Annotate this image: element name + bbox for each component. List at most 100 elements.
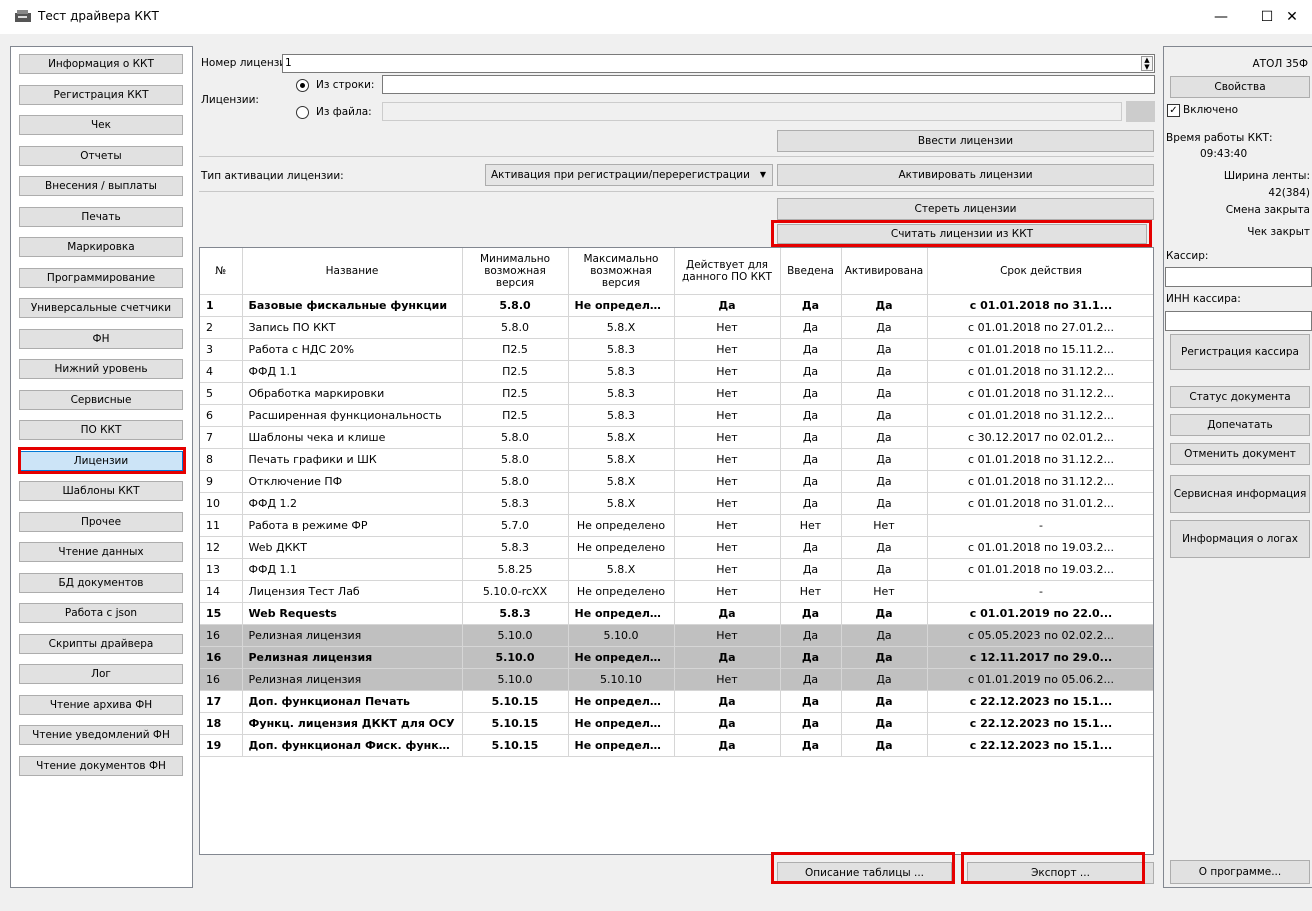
sidebar-item[interactable]: ПО ККТ xyxy=(19,420,183,440)
column-header[interactable]: Активирована xyxy=(841,248,928,295)
sidebar-item[interactable]: Программирование xyxy=(19,267,183,288)
erase-licenses-button[interactable]: Стереть лицензии xyxy=(777,198,1154,220)
enter-licenses-button[interactable]: Ввести лицензии xyxy=(777,130,1154,152)
sidebar-item[interactable]: Лицензии xyxy=(19,450,183,471)
describe-table-button[interactable]: Описание таблицы ... xyxy=(777,862,952,884)
table-cell: 9 xyxy=(200,470,243,493)
table-cell: 16 xyxy=(200,646,243,669)
table-cell: Релизная лицензия xyxy=(242,668,463,691)
sidebar-item[interactable]: Чтение документов ФН xyxy=(19,755,183,776)
spin-arrows-icon[interactable]: ▲ ▼ xyxy=(1141,56,1153,71)
table-row[interactable]: 8 Печать графики и ШК 5.8.0 5.8.X Нет Да Да с 0… xyxy=(200,448,1153,471)
from-file-radio[interactable] xyxy=(296,106,309,119)
table-row[interactable]: 16 Релизная лицензия 5.10.0 5.10.10 Нет Да Да с… xyxy=(200,668,1153,691)
sidebar-item[interactable]: Информация о ККТ xyxy=(19,54,183,74)
table-row[interactable]: 4 ФФД 1.1 П2.5 5.8.3 Нет Да Да с 01.01.2018 по … xyxy=(200,360,1153,383)
service-info-button[interactable]: Сервисная информация xyxy=(1170,475,1310,513)
properties-button[interactable]: Свойства xyxy=(1170,76,1310,98)
table-cell: Да xyxy=(780,294,842,317)
table-row[interactable]: 12 Web ДККТ 5.8.3 Не определено Нет Да Да с 01.… xyxy=(200,536,1153,559)
uptime-value: 09:43:40 xyxy=(1200,148,1248,160)
column-header[interactable]: Название xyxy=(242,248,463,295)
table-cell: 5.10.0 xyxy=(462,668,569,691)
table-row[interactable]: 3 Работа с НДС 20% П2.5 5.8.3 Нет Да Да с 01.01… xyxy=(200,338,1153,361)
reprint-button[interactable]: Допечатать xyxy=(1170,414,1310,436)
activate-licenses-button[interactable]: Активировать лицензии xyxy=(777,164,1154,186)
table-row[interactable]: 18 Функц. лицензия ДККТ для ОСУ 5.10.15 Не … xyxy=(200,712,1153,735)
license-number-input[interactable]: 1 xyxy=(282,54,1155,73)
sidebar-item[interactable]: Работа с json xyxy=(19,603,183,623)
log-info-button[interactable]: Информация о логах xyxy=(1170,520,1310,558)
table-row[interactable]: 16 Релизная лицензия 5.10.0 Не определено Да… xyxy=(200,646,1153,669)
table-cell: 5.10.0 xyxy=(568,624,675,647)
table-row[interactable]: 5 Обработка маркировки П2.5 5.8.3 Нет Да Да с 0… xyxy=(200,382,1153,405)
column-header[interactable]: № xyxy=(200,248,243,295)
inn-input[interactable] xyxy=(1165,311,1312,331)
from-string-radio[interactable] xyxy=(296,79,309,92)
table-cell: 16 xyxy=(200,624,243,647)
licenses-table[interactable]: № Название Минимально возможная версия Макс… xyxy=(199,247,1154,855)
cancel-document-button[interactable]: Отменить документ xyxy=(1170,443,1310,465)
export-button[interactable]: Экспорт ... xyxy=(967,862,1154,884)
register-cashier-button[interactable]: Регистрация кассира xyxy=(1170,334,1310,370)
table-row[interactable]: 16 Релизная лицензия 5.10.0 5.10.0 Нет Да Да с … xyxy=(200,624,1153,647)
column-header[interactable]: Действует для данного ПО ККТ xyxy=(674,248,781,295)
table-cell: 16 xyxy=(200,668,243,691)
enabled-checkbox[interactable]: ✓ xyxy=(1167,104,1180,117)
table-cell: Да xyxy=(841,470,928,493)
inn-label: ИНН кассира: xyxy=(1166,293,1241,305)
table-row[interactable]: 10 ФФД 1.2 5.8.3 5.8.X Нет Да Да с 01.01.2018 п… xyxy=(200,492,1153,515)
from-string-input[interactable] xyxy=(382,75,1155,94)
table-cell: Доп. функционал Печать xyxy=(242,690,463,713)
tape-width-label: Ширина ленты: xyxy=(1223,170,1310,182)
table-row[interactable]: 19 Доп. функционал Фиск. функции 5.10.15 Не… xyxy=(200,734,1153,757)
close-button[interactable]: ✕ xyxy=(1272,4,1312,30)
sidebar-item[interactable]: Печать xyxy=(19,206,183,227)
sidebar-item[interactable]: Маркировка xyxy=(19,237,183,257)
table-row[interactable]: 15 Web Requests 5.8.3 Не определено Да Да Да с … xyxy=(200,602,1153,625)
sidebar-item[interactable]: Шаблоны ККТ xyxy=(19,481,183,501)
table-cell: Да xyxy=(841,734,928,757)
column-header[interactable]: Минимально возможная версия xyxy=(462,248,569,295)
sidebar-item[interactable]: Сервисные xyxy=(19,389,183,410)
column-header[interactable]: Срок действия xyxy=(927,248,1153,295)
sidebar-item[interactable]: Чтение данных xyxy=(19,542,183,562)
column-header[interactable]: Введена xyxy=(780,248,842,295)
table-row[interactable]: 13 ФФД 1.1 5.8.25 5.8.X Нет Да Да с 01.01.2018 … xyxy=(200,558,1153,581)
window-title: Тест драйвера ККТ xyxy=(38,9,159,23)
sidebar-item[interactable]: Универсальные счетчики xyxy=(19,298,183,318)
about-button[interactable]: О программе... xyxy=(1170,860,1310,884)
table-cell: Работа с НДС 20% xyxy=(242,338,463,361)
sidebar-item[interactable]: Чтение архива ФН xyxy=(19,694,183,715)
table-row[interactable]: 9 Отключение ПФ 5.8.0 5.8.X Нет Да Да с 01.01.2… xyxy=(200,470,1153,493)
minimize-button[interactable]: — xyxy=(1198,4,1244,30)
document-status-button[interactable]: Статус документа xyxy=(1170,386,1310,408)
sidebar-item[interactable]: Чек xyxy=(19,115,183,135)
table-row[interactable]: 17 Доп. функционал Печать 5.10.15 Не опреде… xyxy=(200,690,1153,713)
table-row[interactable]: 1 Базовые фискальные функции 5.8.0 Не опред… xyxy=(200,294,1153,317)
table-cell: с 01.01.2018 по 19.03.2... xyxy=(927,558,1153,581)
table-cell: Не определено xyxy=(568,602,675,625)
read-licenses-button[interactable]: Считать лицензии из ККТ xyxy=(777,224,1147,244)
sidebar-item[interactable]: БД документов xyxy=(19,572,183,593)
sidebar-item[interactable]: Чтение уведомлений ФН xyxy=(19,725,183,745)
sidebar-item[interactable]: Внесения / выплаты xyxy=(19,176,183,196)
table-cell: 5.10.15 xyxy=(462,734,569,757)
table-cell: Нет xyxy=(841,580,928,603)
table-row[interactable]: 11 Работа в режиме ФР 5.7.0 Не определено Не… xyxy=(200,514,1153,537)
title-bar: Тест драйвера ККТ — ☐ ✕ xyxy=(0,0,1312,34)
table-row[interactable]: 2 Запись ПО ККТ 5.8.0 5.8.X Нет Да Да с 01.01.2… xyxy=(200,316,1153,339)
sidebar-item[interactable]: Скрипты драйвера xyxy=(19,633,183,654)
sidebar-item[interactable]: Отчеты xyxy=(19,145,183,166)
sidebar-item[interactable]: Прочее xyxy=(19,511,183,532)
table-row[interactable]: 7 Шаблоны чека и клише 5.8.0 5.8.X Нет Да Да с … xyxy=(200,426,1153,449)
table-row[interactable]: 6 Расширенная функциональность П2.5 5.8.3 Не… xyxy=(200,404,1153,427)
sidebar-item[interactable]: ФН xyxy=(19,328,183,349)
column-header[interactable]: Максимально возможная версия xyxy=(568,248,675,295)
sidebar-item[interactable]: Регистрация ККТ xyxy=(19,84,183,105)
activation-type-select[interactable]: Активация при регистрации/перерегистраци… xyxy=(485,164,773,186)
sidebar-item[interactable]: Нижний уровень xyxy=(19,359,183,379)
table-row[interactable]: 14 Лицензия Тест Лаб 5.10.0-rcXX Не определ… xyxy=(200,580,1153,603)
sidebar-item[interactable]: Лог xyxy=(19,664,183,684)
cashier-input[interactable] xyxy=(1165,267,1312,287)
